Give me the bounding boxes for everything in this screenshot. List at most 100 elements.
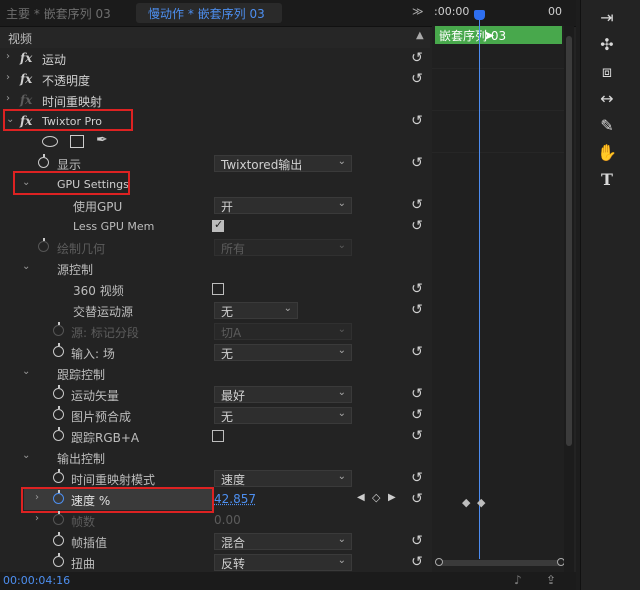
export-icon[interactable]: ⇪ <box>546 573 556 587</box>
reset-icon[interactable]: ↺ <box>409 344 425 360</box>
reset-icon[interactable]: ↺ <box>409 113 425 129</box>
image-prep-dropdown[interactable]: 无 ⌄ <box>214 407 352 424</box>
stopwatch-icon[interactable] <box>53 427 64 441</box>
prev-keyframe-icon[interactable]: ◀ <box>357 492 365 503</box>
video-360-label: 360 视频 <box>73 284 124 298</box>
vertical-scrollbar-thumb[interactable] <box>566 36 572 446</box>
play-audio-icon[interactable]: ♪ <box>514 573 522 587</box>
reset-icon[interactable]: ↺ <box>409 407 425 423</box>
group-row-tracking-control[interactable]: ⌄ 跟踪控制 <box>0 363 430 384</box>
reset-icon[interactable]: ↺ <box>409 281 425 297</box>
reset-icon[interactable]: ↺ <box>409 533 425 549</box>
frame-interp-dropdown[interactable]: 混合 ⌄ <box>214 533 352 550</box>
stopwatch-icon[interactable] <box>53 322 64 336</box>
time-remap-mode-label: 时间重映射模式 <box>71 473 156 487</box>
ellipse-mask-icon[interactable] <box>42 136 58 147</box>
reset-icon[interactable]: ↺ <box>409 218 425 234</box>
ripple-edit-icon[interactable]: ✣ <box>595 33 619 57</box>
motion-vectors-dropdown[interactable]: 最好 ⌄ <box>214 386 352 403</box>
input-field-dropdown[interactable]: 无 ⌄ <box>214 344 352 361</box>
zoom-handle-left[interactable] <box>435 558 443 566</box>
nested-sequence-clip[interactable]: 嵌套序列 03 <box>435 26 562 44</box>
expand-chevron-down-icon[interactable]: ⌄ <box>22 366 30 377</box>
reset-icon[interactable]: ↺ <box>409 155 425 171</box>
reset-icon[interactable]: ↺ <box>409 197 425 213</box>
stopwatch-icon[interactable] <box>53 532 64 546</box>
rectangle-mask-icon[interactable] <box>70 135 84 148</box>
keyframe-diamond-icon[interactable]: ◆ <box>462 496 470 509</box>
expand-chevron-icon[interactable]: › <box>6 72 10 83</box>
less-gpu-mem-checkbox[interactable] <box>212 218 224 232</box>
playhead-line[interactable] <box>479 14 480 559</box>
frame-interp-label: 帧插值 <box>71 536 108 550</box>
time-remap-mode-dropdown[interactable]: 速度 ⌄ <box>214 470 352 487</box>
fx-icon[interactable]: fx <box>20 93 32 107</box>
use-gpu-dropdown[interactable]: 开 ⌄ <box>214 197 352 214</box>
pen-mask-icon[interactable]: ✒ <box>96 132 108 148</box>
tab-slow-motion[interactable]: 慢动作 * 嵌套序列 03 <box>136 3 282 23</box>
tab-main[interactable]: 主要 * 嵌套序列 03 <box>6 5 111 22</box>
param-row-source-markers: 源: 标记分段 切A ⌄ <box>0 321 430 342</box>
add-keyframe-icon[interactable]: ◇ <box>372 491 380 504</box>
effect-row-time-remap[interactable]: › fx 时间重映射 <box>0 90 430 111</box>
reset-icon[interactable]: ↺ <box>409 386 425 402</box>
motion-label: 运动 <box>42 53 67 67</box>
current-timecode[interactable]: 00:00:04:16 <box>3 574 70 587</box>
reset-icon[interactable]: ↺ <box>409 428 425 444</box>
reset-icon[interactable]: ↺ <box>409 470 425 486</box>
reset-icon[interactable]: ↺ <box>409 50 425 66</box>
display-dropdown[interactable]: Twixtored输出 ⌄ <box>214 155 352 172</box>
stopwatch-icon[interactable] <box>53 553 64 567</box>
reset-icon[interactable]: ↺ <box>409 302 425 318</box>
fx-icon[interactable]: fx <box>20 51 32 65</box>
hand-icon[interactable]: ✋ <box>595 141 619 165</box>
stopwatch-icon[interactable] <box>53 343 64 357</box>
expand-chevron-icon[interactable]: › <box>35 513 39 524</box>
stopwatch-icon[interactable] <box>53 511 64 525</box>
expand-chevron-icon[interactable]: › <box>6 51 10 62</box>
effect-row-motion[interactable]: › fx 运动 ↺ <box>0 48 430 69</box>
source-markers-dropdown[interactable]: 切A ⌄ <box>214 323 352 340</box>
keyframe-diamond-icon[interactable]: ◆ <box>477 496 485 509</box>
fx-icon[interactable]: fx <box>20 72 32 86</box>
stopwatch-icon[interactable] <box>38 154 49 168</box>
keyframe-timeline[interactable]: :00:00 00 嵌套序列 03 ➤ ◆ ◆ <box>432 0 565 572</box>
draw-geometry-dropdown[interactable]: 所有 ⌄ <box>214 239 352 256</box>
next-keyframe-icon[interactable]: ▶ <box>388 492 396 503</box>
expand-chevron-icon[interactable]: › <box>6 93 10 104</box>
alt-motion-dropdown[interactable]: 无 ⌄ <box>214 302 298 319</box>
playhead-handle[interactable] <box>474 10 485 20</box>
speed-value[interactable]: 42.857 <box>214 492 256 506</box>
group-row-source-control[interactable]: ⌄ 源控制 <box>0 258 430 279</box>
slip-icon[interactable]: ↔ <box>595 87 619 111</box>
warp-dropdown[interactable]: 反转 ⌄ <box>214 554 352 571</box>
razor-icon[interactable]: ⧈ <box>595 60 619 84</box>
warp-value: 反转 <box>221 557 246 571</box>
vertical-scrollbar[interactable] <box>564 26 574 572</box>
expand-chevron-down-icon[interactable]: ⌄ <box>22 261 30 272</box>
stopwatch-icon[interactable] <box>53 406 64 420</box>
collapse-up-icon[interactable]: ▲ <box>416 30 424 41</box>
panel-menu-icon[interactable]: ≫ <box>412 5 424 18</box>
type-tool-icon[interactable]: T <box>595 168 619 192</box>
group-row-output-control[interactable]: ⌄ 输出控制 <box>0 447 430 468</box>
stopwatch-icon[interactable] <box>38 238 49 252</box>
stopwatch-icon[interactable] <box>53 469 64 483</box>
frame-interp-value: 混合 <box>221 536 246 550</box>
track-select-icon[interactable]: ⇥ <box>595 6 619 30</box>
video-360-checkbox[interactable] <box>212 283 224 295</box>
effect-row-opacity[interactable]: › fx 不透明度 ↺ <box>0 69 430 90</box>
timeline-zoom-scrollbar[interactable] <box>435 558 565 566</box>
pen-icon[interactable]: ✎ <box>595 114 619 138</box>
stopwatch-icon[interactable] <box>53 385 64 399</box>
timeline-row-divider <box>432 152 564 153</box>
reset-icon[interactable]: ↺ <box>409 554 425 570</box>
time-ruler[interactable]: :00:00 00 <box>432 0 564 26</box>
param-row-warp: 扭曲 反转 ⌄ ↺ <box>0 552 430 572</box>
reset-icon[interactable]: ↺ <box>409 71 425 87</box>
draw-geometry-value: 所有 <box>221 242 246 256</box>
reset-icon[interactable]: ↺ <box>409 491 425 507</box>
expand-chevron-down-icon[interactable]: ⌄ <box>22 450 30 461</box>
track-rgba-checkbox[interactable] <box>212 430 224 442</box>
source-markers-label: 源: 标记分段 <box>71 326 139 340</box>
